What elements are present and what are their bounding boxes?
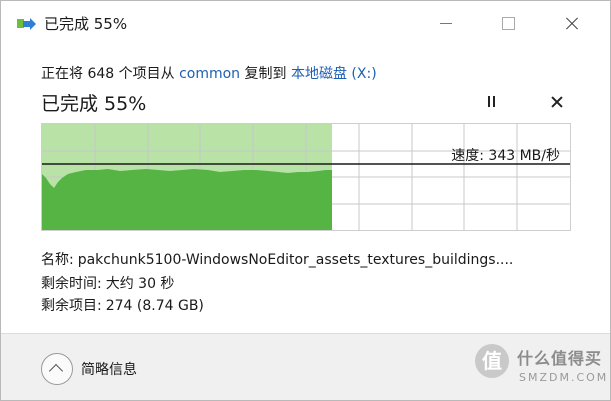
- destination-link[interactable]: 本地磁盘 (X:): [291, 66, 377, 82]
- speed-graph-svg: [42, 124, 570, 230]
- time-remaining-value: 大约 30 秒: [105, 276, 175, 292]
- detail-file-name: 名称: pakchunk5100-WindowsNoEditor_assets_t…: [41, 249, 513, 269]
- copy-description: 正在将 648 个项目从 common 复制到 本地磁盘 (X:): [41, 63, 377, 83]
- detail-items-remaining: 剩余项目: 274 (8.74 GB): [41, 295, 204, 315]
- watermark-subtext: SMZDM.COM: [519, 371, 609, 384]
- chevron-up-icon[interactable]: [41, 353, 73, 385]
- items-remaining-key: 剩余项目:: [41, 298, 102, 314]
- title-bar[interactable]: 已完成 55%: [1, 1, 610, 45]
- watermark-text: 什么值得买: [517, 349, 603, 368]
- maximize-button[interactable]: [493, 11, 523, 37]
- time-remaining-key: 剩余时间:: [41, 276, 102, 292]
- speed-area: [42, 169, 332, 230]
- detail-time-remaining: 剩余时间: 大约 30 秒: [41, 273, 174, 293]
- minimize-button[interactable]: [431, 11, 461, 37]
- speed-label: 速度: 343 MB/秒: [451, 148, 560, 164]
- watermark-logo-icon: 值: [475, 344, 509, 378]
- desc-prefix: 正在将 648 个项目从: [41, 66, 180, 82]
- pause-button[interactable]: [485, 95, 499, 109]
- items-remaining-value: 274 (8.74 GB): [105, 298, 204, 314]
- transfer-speed-graph: 速度: 343 MB/秒: [41, 123, 571, 231]
- copy-dialog-window: 已完成 55% 正在将 648 个项目从 common 复制到 本地磁盘 (X:…: [0, 0, 611, 401]
- window-title: 已完成 55%: [44, 15, 128, 33]
- close-window-button[interactable]: [557, 11, 587, 37]
- file-name-value: pakchunk5100-WindowsNoEditor_assets_text…: [77, 252, 514, 268]
- file-name-key: 名称:: [41, 252, 74, 268]
- desc-middle: 复制到: [240, 66, 291, 82]
- source-folder-link[interactable]: common: [179, 66, 240, 82]
- progress-status: 已完成 55%: [41, 93, 147, 115]
- file-copy-icon: [17, 17, 37, 31]
- cancel-copy-button[interactable]: [549, 94, 565, 110]
- fewer-details-label[interactable]: 简略信息: [81, 359, 137, 379]
